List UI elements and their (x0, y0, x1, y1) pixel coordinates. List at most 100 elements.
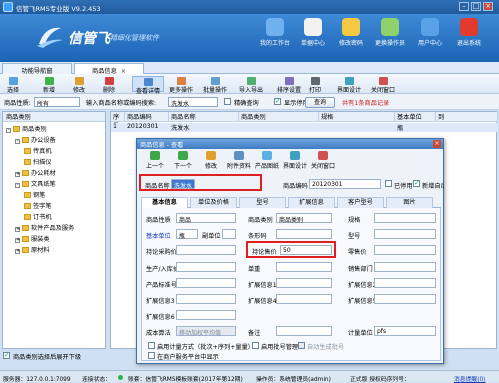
dialog-prev-button[interactable]: 上一个 (141, 151, 169, 170)
remark-field[interactable] (276, 326, 332, 336)
measure-unit-field[interactable]: pfs (374, 326, 436, 336)
tree-node[interactable]: 钢笔 (24, 190, 45, 199)
toolbar-add-button[interactable]: 新增 (40, 76, 58, 94)
dialog-attachment-button[interactable]: 附件资料 (225, 151, 253, 170)
product-code-input[interactable]: 20120301 (309, 179, 381, 189)
grid-column-header[interactable]: 基本单位 (395, 112, 436, 122)
ext5-field[interactable] (374, 294, 436, 304)
dialog-close-window-button[interactable]: 关闭窗口 (309, 151, 337, 170)
dialog-design-button[interactable]: 界面设计 (281, 151, 309, 170)
purchase-price-field[interactable] (176, 245, 236, 255)
ext6-field[interactable] (176, 310, 236, 320)
toolbar-edit-button[interactable]: 修改 (70, 76, 88, 94)
dialog-drawing-button[interactable]: 产品图纸 (253, 151, 281, 170)
nav-document-center[interactable]: 单据中心 (296, 16, 330, 47)
toolbar-batch-button[interactable]: 批量操作 (200, 76, 230, 94)
tree-node[interactable]: + 服装类 (15, 234, 50, 243)
retail-price-field[interactable] (374, 245, 436, 255)
tree-node[interactable]: - 文具纸笔 (15, 179, 56, 188)
barcode-field[interactable] (276, 229, 332, 239)
nav-user-center[interactable]: 用户中心 (413, 16, 447, 47)
grid-column-header[interactable]: 商品编码 (125, 112, 169, 122)
close-button[interactable]: × (483, 2, 493, 11)
expand-toggle-icon[interactable]: + (15, 227, 20, 232)
weight-field[interactable] (276, 262, 332, 272)
dialog-tab[interactable]: 基本信息 (141, 197, 188, 208)
dialog-next-button[interactable]: 下一个 (169, 151, 197, 170)
expand-children-checkbox[interactable] (3, 351, 10, 359)
ext4-field[interactable] (276, 294, 332, 304)
sub-unit-field[interactable] (222, 229, 236, 239)
expand-toggle-icon[interactable]: + (15, 238, 20, 243)
tree-node[interactable]: - 商品类别 (6, 124, 47, 133)
nav-power[interactable]: 退出系统 (452, 16, 486, 47)
dialog-tab[interactable]: 型号 (239, 197, 286, 208)
expand-toggle-icon[interactable]: + (15, 172, 20, 177)
toolbar-design-button[interactable]: 界面设计 (334, 76, 364, 94)
expand-toggle-icon[interactable]: - (15, 139, 20, 144)
spec-field[interactable] (374, 213, 436, 223)
disabled-checkbox[interactable] (385, 180, 392, 187)
maximize-button[interactable]: □ (471, 2, 481, 11)
toolbar-close-window-button[interactable]: 关闭窗口 (368, 76, 398, 94)
tree-node[interactable]: + 软件产品及服务 (15, 223, 74, 232)
dialog-close-button[interactable]: × (433, 140, 441, 148)
toolbar-print-button[interactable]: 打印 (306, 76, 324, 94)
dialog-tab[interactable]: 图片 (386, 197, 433, 208)
toolbar-select-button[interactable]: 选择 (4, 76, 22, 94)
model-field[interactable] (374, 229, 436, 239)
dialog-tab[interactable]: 扩展信息 (288, 197, 335, 208)
expand-children-label: 商品类别选择后展开下级 (13, 354, 82, 361)
nav-password-lock[interactable]: 修改密码 (334, 16, 368, 47)
grid-column-header[interactable]: 序号 (111, 112, 125, 130)
tree-node[interactable]: 传真机 (24, 146, 52, 155)
sales-dept-field[interactable] (374, 262, 436, 272)
standard-no-field[interactable] (176, 278, 236, 288)
toolbar-view-detail-button[interactable]: 查看详情 (132, 76, 165, 95)
grid-column-header[interactable]: 商品类别 (239, 112, 319, 122)
nature-field[interactable]: 商品 (176, 213, 236, 224)
dialog-tab[interactable]: 客户型号 (337, 197, 384, 208)
nav-switch-user[interactable]: 更换操作员 (373, 16, 407, 47)
tree-node[interactable]: + 办公耗材 (15, 168, 56, 177)
toolbar-more-actions-button[interactable]: 更多操作 (166, 76, 196, 94)
grid-column-header[interactable]: 商品名称 (169, 112, 239, 122)
minimize-button[interactable]: – (459, 2, 469, 11)
tab-product-info[interactable]: 商品信息 × (74, 63, 144, 75)
expand-toggle-icon[interactable]: - (15, 183, 20, 188)
fuzzy-checkbox[interactable] (224, 98, 231, 105)
dialog-edit-button[interactable]: 修改 (197, 151, 225, 170)
show-on-platform-checkbox[interactable] (148, 352, 155, 359)
ext3-field[interactable] (176, 294, 236, 304)
keyword-input[interactable]: 洗发水 (168, 97, 218, 108)
grid-column-header[interactable]: 规格 (319, 112, 395, 122)
nav-monitor[interactable]: 我的工作台 (258, 16, 292, 47)
dialog-tab[interactable]: 单位及价格 (190, 197, 237, 208)
ext1-field[interactable] (276, 278, 332, 288)
show-disabled-checkbox[interactable] (274, 97, 281, 105)
next-icon (178, 151, 188, 160)
tab-function-nav[interactable]: 功能导航窗 (2, 63, 72, 75)
tree-node[interactable]: - 办公设备 (15, 135, 56, 144)
measure-mode-checkbox[interactable] (148, 342, 155, 349)
toolbar-delete-button[interactable]: 删除 (100, 76, 118, 94)
cost-method-field[interactable]: 移动加权平均值 (176, 326, 236, 337)
query-button[interactable]: 查询 (305, 97, 335, 108)
batch-mgmt-checkbox[interactable] (252, 342, 259, 349)
toolbar-sort-button[interactable]: 排序设置 (274, 76, 304, 94)
tree-node[interactable]: 订书机 (24, 212, 52, 221)
auto-code-checkbox[interactable] (413, 179, 420, 187)
expand-toggle-icon[interactable]: - (6, 128, 11, 133)
expand-toggle-icon[interactable]: + (15, 249, 20, 254)
tree-node[interactable]: 扫描仪 (24, 157, 52, 166)
grid-column-header[interactable]: 到 (436, 112, 498, 122)
base-unit-field[interactable]: 瓶 (176, 229, 198, 240)
toolbar-import-export-button[interactable]: 导入导出 (236, 76, 266, 94)
auto-batch-checkbox[interactable] (298, 342, 305, 349)
category-field[interactable]: 商品类别 (276, 213, 332, 224)
in-price-field[interactable] (176, 262, 236, 272)
tree-node[interactable]: + 原材料 (15, 245, 50, 254)
nature-select[interactable]: 所有 (34, 97, 80, 108)
ext2-field[interactable] (374, 278, 436, 288)
tree-node[interactable]: 签字笔 (24, 201, 52, 210)
